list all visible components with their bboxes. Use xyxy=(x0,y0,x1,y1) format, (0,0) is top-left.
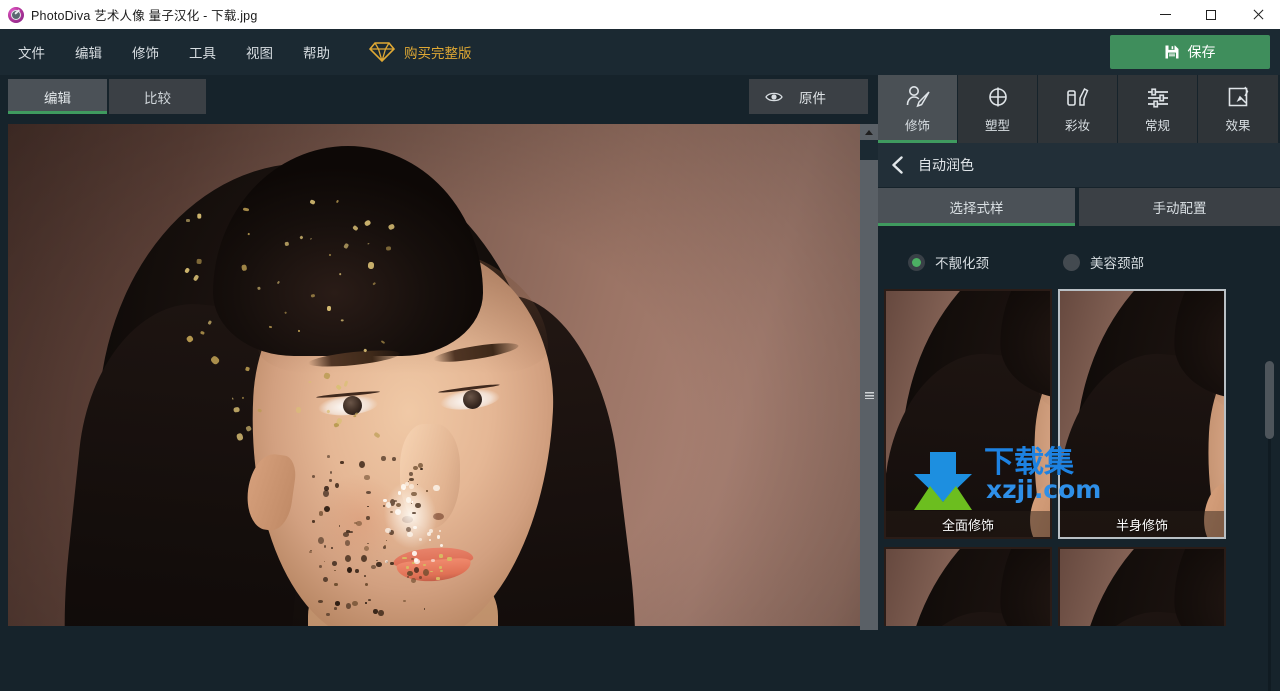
reshape-icon xyxy=(986,84,1010,110)
edited-photo xyxy=(8,124,860,626)
tab-reshape[interactable]: 塑型 xyxy=(958,75,1038,143)
tab-general-label: 常规 xyxy=(1144,119,1170,133)
panel-title: 自动润色 xyxy=(918,157,974,173)
minimize-icon xyxy=(1159,14,1171,15)
preset-thumbnail[interactable] xyxy=(1058,547,1226,626)
tab-edit-label: 编辑 xyxy=(44,90,71,106)
preset-thumbnail-image xyxy=(886,291,1050,537)
photodiva-logo-icon xyxy=(8,6,24,23)
preset-thumbnail[interactable]: 全面修饰 xyxy=(884,289,1052,539)
maximize-button[interactable] xyxy=(1188,0,1234,29)
iris-right xyxy=(463,390,482,409)
iris-left xyxy=(343,396,362,415)
scrollbar-grip-icon xyxy=(864,391,874,399)
original-toggle-button[interactable]: 原件 xyxy=(749,79,868,114)
tab-makeup-label: 彩妆 xyxy=(1064,119,1090,133)
maximize-icon xyxy=(1206,9,1216,20)
chevron-left-icon xyxy=(892,156,903,174)
radio-unselected-icon xyxy=(1063,253,1080,271)
buy-full-version-button[interactable]: 购买完整版 xyxy=(369,29,482,75)
sliders-icon xyxy=(1145,84,1171,110)
neck-option-radio-group: 不靓化颈 美容颈部 xyxy=(878,243,1280,281)
radio-option-no-neck-beautify-label: 不靓化颈 xyxy=(935,256,989,271)
minimize-button[interactable] xyxy=(1142,0,1188,29)
save-button-label: 保存 xyxy=(1187,44,1216,60)
radio-option-no-neck-beautify[interactable]: 不靓化颈 xyxy=(908,252,989,272)
title-bar: PhotoDiva 艺术人像 量子汉化 - 下载.jpg xyxy=(0,0,1280,29)
menu-item-file[interactable]: 文件 xyxy=(3,29,60,75)
tab-edit-active-underline xyxy=(8,111,107,114)
canvas-scrollbar-thumb[interactable] xyxy=(860,160,878,630)
panel-scrollbar-thumb[interactable] xyxy=(1265,361,1274,439)
save-button[interactable]: 保存 xyxy=(1110,35,1270,69)
tab-retouch-label: 修饰 xyxy=(904,119,930,133)
preset-thumbnail-label: 全面修饰 xyxy=(886,511,1050,537)
tab-compare-label: 比较 xyxy=(144,90,171,106)
sub-tab-manual-config-label: 手动配置 xyxy=(1152,201,1207,216)
close-button[interactable] xyxy=(1234,0,1280,29)
preset-thumbnail-list[interactable]: 全面修饰 半身修饰 xyxy=(884,289,1274,626)
preset-thumbnail-image xyxy=(1060,291,1224,537)
scroll-up-arrow-button[interactable] xyxy=(860,124,878,140)
menu-item-edit[interactable]: 编辑 xyxy=(60,29,117,75)
original-toggle-label: 原件 xyxy=(799,90,826,106)
buy-full-version-label: 购买完整版 xyxy=(404,46,472,61)
sub-tab-choose-style[interactable]: 选择式样 xyxy=(878,188,1075,226)
tab-edit[interactable]: 编辑 xyxy=(8,79,107,114)
right-panel: 修饰 塑型 彩妆 常规 效果 自动润色 选择式样 手动配置 不靓化颈 美容颈部 … xyxy=(878,75,1280,691)
effects-icon xyxy=(1226,84,1250,110)
tab-reshape-label: 塑型 xyxy=(984,119,1010,133)
preset-thumbnail[interactable] xyxy=(884,547,1052,626)
tab-effects[interactable]: 效果 xyxy=(1198,75,1278,143)
panel-sub-tabs: 选择式样 手动配置 xyxy=(878,188,1280,226)
sub-tab-manual-config[interactable]: 手动配置 xyxy=(1079,188,1280,226)
radio-option-beautify-neck-label: 美容颈部 xyxy=(1090,256,1144,271)
preset-thumbnail-image xyxy=(886,549,1050,626)
menu-bar: 文件 编辑 修饰 工具 视图 帮助 购买完整版 保存 xyxy=(0,29,1280,75)
makeup-icon xyxy=(1065,84,1091,110)
tab-compare[interactable]: 比较 xyxy=(109,79,206,114)
canvas-vertical-scrollbar[interactable] xyxy=(860,124,878,630)
close-icon xyxy=(1252,9,1263,20)
floppy-disk-icon xyxy=(1165,45,1178,59)
tab-retouch[interactable]: 修饰 xyxy=(878,75,958,143)
preset-thumbnail-label: 半身修饰 xyxy=(1060,511,1224,537)
eye-icon xyxy=(765,92,783,101)
menu-item-help[interactable]: 帮助 xyxy=(288,29,345,75)
back-button[interactable] xyxy=(878,143,918,187)
menu-item-view[interactable]: 视图 xyxy=(231,29,288,75)
retouch-portrait-icon xyxy=(905,84,931,110)
radio-selected-icon xyxy=(908,253,925,271)
tab-effects-label: 效果 xyxy=(1225,119,1251,133)
image-canvas[interactable] xyxy=(8,124,860,626)
sub-tab-choose-style-label: 选择式样 xyxy=(949,201,1004,216)
canvas-toolbar: 编辑 比较 原件 xyxy=(0,75,878,118)
preset-thumbnail-image xyxy=(1060,549,1224,626)
right-panel-tabs: 修饰 塑型 彩妆 常规 效果 xyxy=(878,75,1280,143)
radio-option-beautify-neck[interactable]: 美容颈部 xyxy=(1063,252,1144,272)
menu-item-retouch[interactable]: 修饰 xyxy=(117,29,174,75)
panel-header: 自动润色 xyxy=(878,143,1280,187)
menu-item-tools[interactable]: 工具 xyxy=(174,29,231,75)
panel-vertical-scrollbar[interactable] xyxy=(1265,361,1274,691)
window-controls xyxy=(1142,0,1280,29)
window-title: PhotoDiva 艺术人像 量子汉化 - 下载.jpg xyxy=(31,9,258,23)
diamond-icon xyxy=(369,42,395,63)
sub-tab-active-underline xyxy=(878,223,1075,226)
tab-general[interactable]: 常规 xyxy=(1118,75,1198,143)
canvas-column: 编辑 比较 原件 xyxy=(0,75,878,630)
preset-thumbnail[interactable]: 半身修饰 xyxy=(1058,289,1226,539)
main-area: 编辑 比较 原件 修饰 塑型 彩妆 常规 效果 自动润色 选择式样 手动配置 不… xyxy=(0,75,1280,691)
tab-makeup[interactable]: 彩妆 xyxy=(1038,75,1118,143)
